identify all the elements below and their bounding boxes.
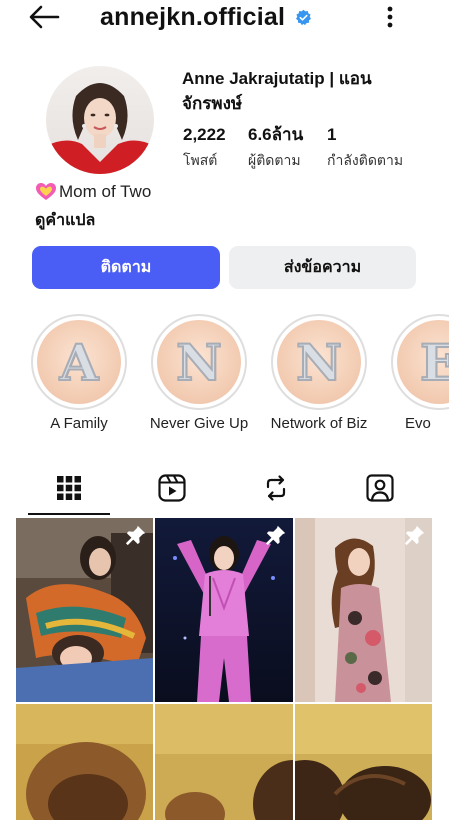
- profile-tabs: [0, 462, 449, 516]
- highlight-evo[interactable]: E Evo: [391, 314, 449, 432]
- tab-posts[interactable]: [28, 462, 110, 514]
- username-title-wrap: annejkn.official: [100, 2, 312, 32]
- tab-reposts[interactable]: [246, 462, 306, 514]
- posts-grid: [16, 518, 432, 820]
- highlight-label: A Family: [50, 415, 108, 432]
- highlight-letter: N: [295, 332, 343, 393]
- highlight-cover: N: [157, 320, 241, 404]
- arrow-left-icon: [29, 5, 60, 29]
- verified-badge-icon: [295, 9, 312, 26]
- posts-grid-icon: [57, 476, 81, 500]
- active-tab-indicator: [28, 513, 110, 515]
- highlight-label: Never Give Up: [149, 415, 249, 432]
- more-vertical-icon: [387, 6, 393, 28]
- highlight-ring: E: [391, 314, 449, 410]
- sparkling-heart-icon: [35, 182, 57, 202]
- bio-text: Mom of Two: [59, 182, 152, 201]
- pin-icon: [404, 525, 425, 546]
- following-stat[interactable]: 1 กำลังติดตาม: [327, 125, 403, 170]
- highlight-label: Network of Biz: [270, 415, 368, 432]
- follow-button[interactable]: ติดตาม: [32, 246, 220, 289]
- profile-avatar[interactable]: [46, 66, 154, 174]
- highlight-cover: A: [37, 320, 121, 404]
- following-count: 1: [327, 125, 337, 144]
- reels-icon: [158, 474, 186, 502]
- following-label: กำลังติดตาม: [327, 152, 404, 168]
- tagged-icon: [366, 474, 394, 502]
- highlight-label: Evo: [405, 415, 431, 432]
- highlight-cover: N: [277, 320, 361, 404]
- highlight-never-give-up[interactable]: N Never Give Up: [150, 314, 248, 432]
- tab-tagged[interactable]: [350, 462, 410, 514]
- highlight-ring: N: [151, 314, 247, 410]
- highlight-a-family[interactable]: A A Family: [31, 314, 127, 432]
- grid-post[interactable]: [16, 704, 153, 820]
- highlight-letter: N: [175, 332, 223, 393]
- top-bar: annejkn.official: [0, 0, 449, 36]
- posts-count: 2,222: [183, 125, 226, 144]
- highlight-clip: E Evo: [391, 314, 449, 444]
- followers-label: ผู้ติดตาม: [248, 152, 301, 168]
- grid-post[interactable]: [155, 704, 293, 820]
- posts-stat[interactable]: 2,222 โพสต์: [183, 125, 226, 170]
- grid-post[interactable]: [295, 518, 432, 702]
- display-name: Anne Jakrajutatip | แอน จักรพงษ์: [182, 69, 372, 113]
- followers-count: 6.6ล้าน: [248, 125, 304, 144]
- message-button[interactable]: ส่งข้อความ: [229, 246, 416, 289]
- tab-reels[interactable]: [142, 462, 202, 514]
- grid-post[interactable]: [16, 518, 153, 702]
- more-options-button[interactable]: [378, 4, 402, 30]
- grid-post[interactable]: [295, 704, 432, 820]
- posts-label: โพสต์: [183, 152, 218, 168]
- pin-icon: [265, 525, 286, 546]
- grid-post[interactable]: [155, 518, 293, 702]
- highlight-ring: N: [271, 314, 367, 410]
- pin-icon: [125, 525, 146, 546]
- bio: Mom of Two: [35, 182, 151, 202]
- highlight-cover: E: [397, 320, 449, 404]
- followers-stat[interactable]: 6.6ล้าน ผู้ติดตาม: [248, 125, 303, 170]
- highlight-letter: A: [59, 332, 100, 393]
- see-translation-link[interactable]: ดูคำแปล: [35, 208, 95, 233]
- username-title: annejkn.official: [100, 2, 286, 31]
- back-button[interactable]: [28, 2, 68, 32]
- highlight-letter: E: [419, 332, 449, 393]
- highlight-network-of-biz[interactable]: N Network of Biz: [271, 314, 367, 432]
- reposts-icon: [266, 475, 286, 501]
- highlight-ring: A: [31, 314, 127, 410]
